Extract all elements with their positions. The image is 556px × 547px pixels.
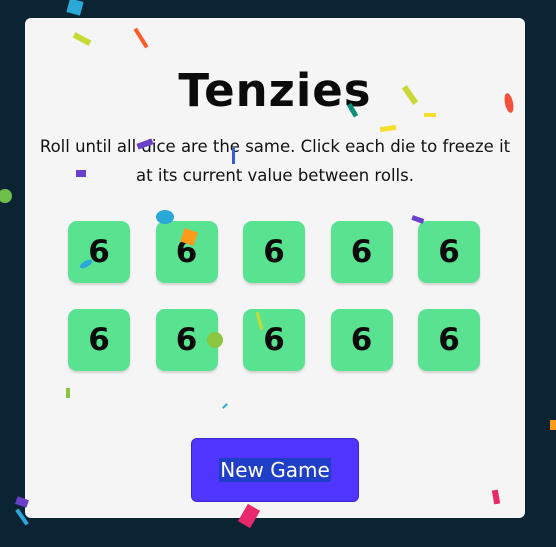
new-game-label: New Game (219, 458, 331, 482)
instructions-text: Roll until all dice are the same. Click … (39, 137, 511, 185)
confetti-piece (550, 420, 556, 430)
die-1[interactable]: 6 (68, 221, 130, 283)
die-2[interactable]: 6 (155, 221, 218, 283)
die-6[interactable]: 6 (68, 309, 130, 371)
confetti-piece (66, 0, 84, 16)
new-game-button[interactable]: New Game (191, 438, 359, 502)
page-title: Tenzies (178, 64, 372, 117)
confetti-piece (0, 189, 12, 203)
die-10[interactable]: 6 (418, 309, 480, 371)
dice-grid: 6 6 6 6 6 6 6 6 6 6 (68, 221, 488, 371)
die-8[interactable]: 6 (243, 309, 305, 371)
game-card: Tenzies Roll until all dice are the same… (25, 18, 525, 518)
die-4[interactable]: 6 (330, 221, 393, 283)
die-9[interactable]: 6 (330, 309, 393, 371)
die-3[interactable]: 6 (243, 221, 305, 283)
die-5[interactable]: 6 (418, 221, 480, 283)
die-7[interactable]: 6 (155, 309, 218, 371)
